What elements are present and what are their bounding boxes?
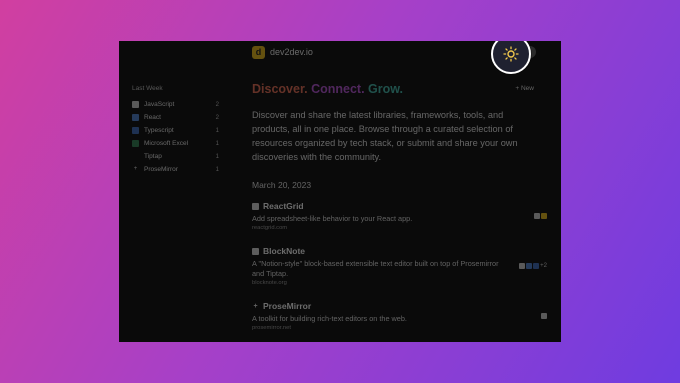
resource-tags (541, 313, 547, 319)
sidebar-item-label: Tiptap (144, 153, 162, 160)
react-tag-icon[interactable] (526, 263, 533, 269)
sidebar-item-count: 1 (215, 153, 219, 160)
intro-text: Discover and share the latest libraries,… (252, 110, 518, 162)
sidebar-item-microsoft-excel[interactable]: Microsoft Excel 1 (132, 137, 232, 150)
tiptap-icon (132, 153, 139, 160)
sidebar-item-prosemirror[interactable]: + ProseMirror 1 (132, 163, 232, 176)
resource-tags (534, 213, 547, 219)
javascript-tag-icon[interactable] (541, 313, 547, 319)
resource-description: Add spreadsheet-like behavior to your Re… (252, 214, 413, 223)
hero-heading: Discover. Connect. Grow. (252, 82, 542, 100)
resource-url[interactable]: blocknote.org (252, 280, 542, 286)
new-button[interactable]: + New (515, 85, 534, 92)
hero-word-discover: Discover. (252, 82, 308, 96)
sidebar-item-label: ProseMirror (144, 166, 178, 173)
prosemirror-icon: + (253, 302, 258, 310)
theme-toggle-button[interactable] (491, 41, 531, 74)
javascript-tag-icon[interactable] (534, 213, 540, 219)
prosemirror-icon: + (133, 166, 138, 172)
sidebar-item-tiptap[interactable]: Tiptap 1 (132, 150, 232, 163)
sidebar-item-label: Microsoft Excel (144, 140, 189, 147)
sidebar-item-label: Typescript (144, 127, 174, 134)
blocknote-icon (252, 247, 259, 255)
excel-tag-icon[interactable] (541, 213, 547, 219)
resource-card-prosemirror[interactable]: + ProseMirror A toolkit for building ric… (252, 300, 547, 331)
sidebar-item-count: 1 (215, 166, 219, 173)
resource-title[interactable]: ReactGrid (252, 200, 542, 212)
resource-url[interactable]: prosemirror.net (252, 325, 542, 331)
sidebar-item-label: JavaScript (144, 101, 175, 108)
date-heading: March 20, 2023 (252, 180, 312, 190)
hero-word-connect: Connect. (311, 82, 365, 96)
logo-icon[interactable]: d (252, 46, 265, 59)
more-tags-count[interactable]: +2 (540, 263, 547, 269)
sun-icon (503, 46, 519, 62)
javascript-tag-icon[interactable] (519, 263, 526, 269)
main-content: Discover. Connect. Grow. + New Discover … (252, 82, 547, 331)
app-window: d dev2dev.io Last Week JavaScript 2 Reac… (119, 41, 561, 342)
sidebar-heading: Last Week (132, 85, 163, 92)
react-icon (132, 114, 139, 121)
sidebar-item-count: 2 (215, 101, 219, 108)
sidebar-item-count: 1 (215, 140, 219, 147)
excel-icon (132, 140, 139, 147)
sidebar-item-javascript[interactable]: JavaScript 2 (132, 98, 232, 111)
hero-word-grow: Grow. (368, 82, 404, 96)
resource-title-text: BlockNote (263, 246, 306, 256)
typescript-tag-icon[interactable] (533, 263, 540, 269)
resource-title-text: ReactGrid (263, 201, 304, 211)
javascript-icon (132, 101, 139, 108)
sidebar-item-count: 1 (215, 127, 219, 134)
resource-card-blocknote[interactable]: BlockNote A "Notion-style" block-based e… (252, 245, 547, 286)
reactgrid-icon (252, 202, 259, 210)
resource-title-text: ProseMirror (263, 301, 312, 311)
resource-url[interactable]: reactgrid.com (252, 225, 542, 231)
resource-description: A toolkit for building rich-text editors… (252, 314, 407, 323)
sidebar-item-count: 2 (215, 114, 219, 121)
resource-title[interactable]: BlockNote (252, 245, 542, 257)
site-name[interactable]: dev2dev.io (270, 47, 313, 57)
typescript-icon (132, 127, 139, 134)
sidebar: Last Week JavaScript 2 React 2 Typescrip… (132, 85, 232, 176)
resource-tags: +2 (519, 263, 547, 269)
resource-description: A "Notion-style" block-based extensible … (252, 259, 499, 278)
resource-title[interactable]: + ProseMirror (252, 300, 542, 312)
resource-card-reactgrid[interactable]: ReactGrid Add spreadsheet-like behavior … (252, 200, 547, 231)
sidebar-item-react[interactable]: React 2 (132, 111, 232, 124)
top-bar: d dev2dev.io (119, 41, 561, 74)
sidebar-item-typescript[interactable]: Typescript 1 (132, 124, 232, 137)
sidebar-item-label: React (144, 114, 161, 121)
